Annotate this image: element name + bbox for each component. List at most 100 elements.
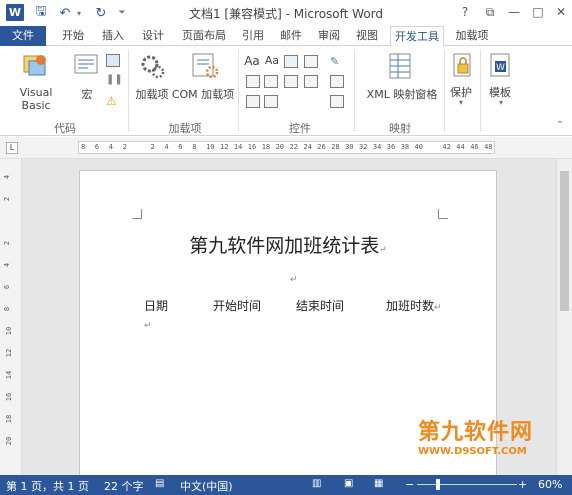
group-separator: [128, 50, 129, 132]
dropdown-list-icon[interactable]: [284, 75, 298, 88]
date-picker-icon[interactable]: [304, 75, 318, 88]
record-macro-icon[interactable]: [106, 54, 120, 67]
macro-security-icon[interactable]: ⚠: [106, 94, 120, 108]
vertical-ruler[interactable]: 4 2 2 4 6 8 10 12 14 16 18 20: [0, 159, 22, 475]
tab-insert[interactable]: 插入: [96, 26, 130, 46]
watermark-text: 第九软件网: [418, 420, 534, 445]
ruler-tick: 4: [3, 262, 12, 268]
close-button[interactable]: ✕: [550, 3, 572, 21]
watermark-url: WWW.D9SOFT.COM: [418, 446, 527, 457]
plain-text-control-button[interactable]: Aa: [264, 54, 280, 67]
ruler-tick: 6: [94, 143, 100, 151]
zoom-out-button[interactable]: −: [405, 478, 414, 491]
combo-box-icon[interactable]: [264, 75, 278, 88]
zoom-level[interactable]: 60%: [538, 478, 562, 491]
tab-file[interactable]: 文件: [0, 26, 46, 46]
group-label-mapping: 映射: [389, 122, 411, 135]
addin-button[interactable]: 加载项: [132, 86, 172, 102]
com-addin-button[interactable]: COM 加载项: [170, 86, 236, 102]
tab-references[interactable]: 引用: [236, 26, 270, 46]
zoom-slider-thumb[interactable]: [436, 479, 440, 490]
ribbon-display-button[interactable]: ⧉: [479, 3, 501, 21]
com-addin-icon: [192, 53, 219, 79]
ruler-tick: 18: [5, 414, 14, 424]
ruler-tick: 18: [261, 143, 271, 151]
ruler-tick: 10: [206, 143, 215, 151]
proofing-icon[interactable]: ▤: [155, 478, 164, 489]
legacy-tools-icon[interactable]: [264, 95, 278, 108]
repeating-section-icon[interactable]: [246, 95, 260, 108]
paragraph-mark: ↵: [290, 275, 298, 285]
ruler-tick: 14: [233, 143, 243, 151]
ruler-tick: 12: [5, 348, 14, 358]
read-mode-icon[interactable]: ▥: [312, 478, 321, 489]
ruler-tick: 36: [386, 143, 396, 151]
zoom-slider[interactable]: [417, 484, 517, 485]
ruler-tick: 42: [442, 143, 451, 151]
collapse-ribbon-icon[interactable]: ⌃: [554, 120, 566, 131]
xml-mapping-button[interactable]: XML 映射窗格: [362, 86, 442, 102]
column-header-overtime-hours[interactable]: 加班时数↵: [386, 297, 442, 314]
ruler-tick: 20: [5, 436, 14, 446]
template-chevron-down-icon: ▾: [498, 98, 503, 107]
status-bar: 第 1 页，共 1 页 22 个字 ▤ 中文(中国) ▥ ▣ ▦ − + 60%: [0, 475, 572, 495]
ruler-tick: 6: [178, 143, 183, 151]
tab-selector[interactable]: L: [6, 142, 18, 154]
language-indicator[interactable]: 中文(中国): [180, 478, 233, 494]
properties-icon[interactable]: [330, 75, 344, 88]
tab-developer[interactable]: 开发工具: [390, 26, 444, 47]
ruler-tick: 4: [164, 143, 169, 151]
ruler-tick: 16: [5, 392, 14, 402]
web-layout-icon[interactable]: ▦: [374, 478, 383, 489]
maximize-button[interactable]: □: [527, 3, 549, 21]
zoom-in-button[interactable]: +: [518, 478, 527, 491]
ruler-tick: 46: [470, 143, 479, 151]
tab-view[interactable]: 视图: [350, 26, 384, 46]
tab-home[interactable]: 开始: [56, 26, 90, 46]
ruler-tick: 26: [317, 143, 326, 151]
checkbox-control-icon[interactable]: [246, 75, 260, 88]
group-separator: [444, 50, 445, 132]
scrollbar-thumb[interactable]: [560, 171, 569, 311]
group-icon[interactable]: [330, 95, 344, 108]
tab-mailings[interactable]: 邮件: [274, 26, 308, 46]
macro-button[interactable]: 宏: [74, 86, 100, 102]
word-count[interactable]: 22 个字: [104, 478, 144, 494]
ruler-tick: 2: [150, 143, 155, 151]
design-mode-icon[interactable]: ✎: [330, 55, 344, 68]
tab-design[interactable]: 设计: [136, 26, 170, 46]
visual-basic-button[interactable]: Visual Basic: [4, 86, 68, 112]
ruler-tick: 2: [3, 196, 12, 202]
column-header-date[interactable]: 日期: [144, 297, 168, 314]
group-label-controls: 控件: [289, 122, 311, 135]
ruler-tick: 22: [289, 143, 298, 151]
group-separator: [480, 50, 481, 132]
tab-addins[interactable]: 加载项: [450, 26, 494, 46]
picture-control-icon[interactable]: [284, 55, 298, 68]
paragraph-mark: ↵: [144, 321, 152, 331]
ruler-tick: 16: [247, 143, 257, 151]
svg-text:W: W: [496, 63, 505, 73]
ruler-tick: 8: [192, 143, 197, 151]
template-icon: W: [490, 53, 510, 77]
building-block-icon[interactable]: [304, 55, 318, 68]
ruler-tick: 14: [5, 370, 14, 380]
ruler-tick: 2: [122, 143, 127, 151]
margin-mark: [132, 209, 142, 219]
tab-review[interactable]: 审阅: [312, 26, 346, 46]
column-header-end-time[interactable]: 结束时间: [296, 297, 344, 314]
ruler-tick: 6: [3, 284, 12, 290]
ruler-tick: 4: [108, 143, 114, 151]
document-heading[interactable]: 第九软件网加班统计表↵: [80, 231, 496, 258]
column-header-start-time[interactable]: 开始时间: [213, 297, 261, 314]
tab-page-layout[interactable]: 页面布局: [176, 26, 232, 46]
page-count[interactable]: 第 1 页，共 1 页: [6, 478, 89, 494]
help-button[interactable]: ?: [454, 3, 476, 21]
pause-recording-icon[interactable]: ❚❚: [106, 74, 123, 87]
horizontal-ruler[interactable]: 8 6 4 2 2 4 6 8 10 12 14 16 18 20 22 24 26 28 30 32 34 36 38 40…: [78, 141, 495, 154]
minimize-button[interactable]: —: [503, 3, 525, 21]
site-watermark: 第九软件网 WWW.D9SOFT.COM: [418, 414, 568, 458]
ruler-tick: 10: [5, 326, 14, 336]
print-layout-icon[interactable]: ▣: [344, 478, 353, 489]
rich-text-control-button[interactable]: Aa: [244, 54, 260, 68]
